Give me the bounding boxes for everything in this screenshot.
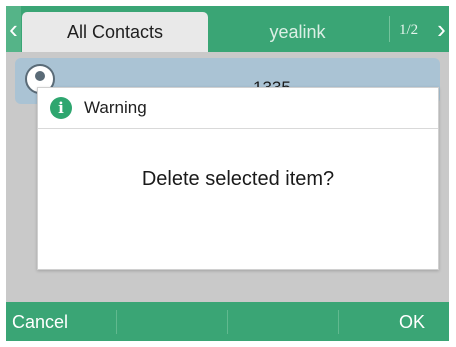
dialog-title: Warning: [84, 98, 147, 117]
softkey-bar: Cancel OK: [6, 302, 449, 341]
warning-dialog: i Warning Delete selected item?: [37, 87, 439, 270]
info-icon: i: [50, 97, 72, 119]
chevron-right-icon[interactable]: ›: [434, 6, 449, 52]
tab-bar: ‹ All Contacts yealink 1/2 ›: [6, 6, 449, 52]
page-indicator: 1/2: [399, 22, 419, 38]
tab-divider: [389, 16, 390, 42]
cancel-button[interactable]: Cancel: [6, 302, 116, 341]
dialog-message: Delete selected item?: [141, 168, 335, 190]
tab-all-contacts[interactable]: All Contacts: [22, 12, 208, 52]
ok-button[interactable]: OK: [338, 302, 449, 341]
tab-yealink[interactable]: yealink: [210, 12, 385, 52]
softkey-blank-2[interactable]: [117, 302, 227, 341]
softkey-blank-3[interactable]: [228, 302, 338, 341]
phone-screen: ‹ All Contacts yealink 1/2 › 1335 i Warn…: [6, 6, 449, 341]
dialog-header: i Warning: [38, 88, 438, 129]
chevron-left-icon[interactable]: ‹: [6, 6, 21, 52]
